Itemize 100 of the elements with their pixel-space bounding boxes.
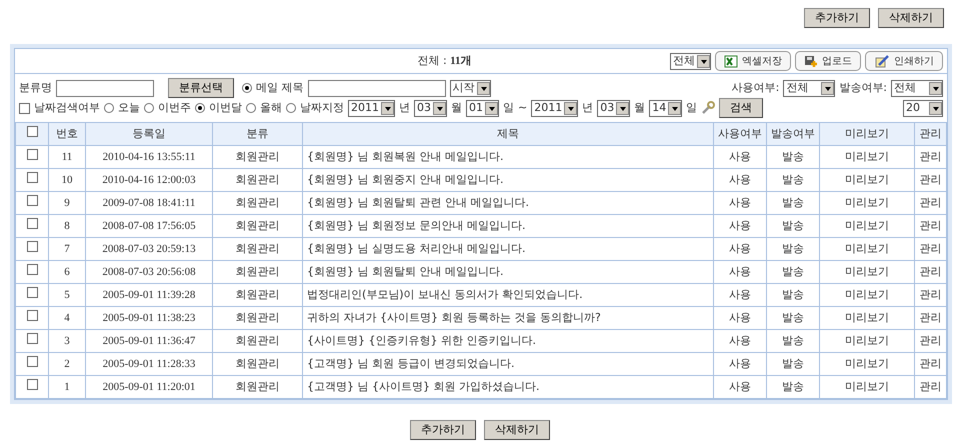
use-dropdown[interactable]: 전체 bbox=[783, 80, 836, 96]
date-cell: 2010-04-16 13:55:11 bbox=[86, 146, 212, 168]
search-button[interactable]: 검색 bbox=[719, 98, 764, 118]
row-checkbox[interactable] bbox=[26, 194, 38, 206]
manage-link[interactable]: 관리 bbox=[914, 306, 946, 330]
send-dropdown[interactable]: 전체 bbox=[891, 80, 943, 96]
date-cell: 2005-09-01 11:39:28 bbox=[86, 284, 212, 306]
manage-link[interactable]: 관리 bbox=[914, 376, 946, 398]
date-cell: 2010-04-16 12:00:03 bbox=[86, 168, 212, 192]
row-checkbox[interactable] bbox=[26, 148, 38, 160]
category-cell: 회원관리 bbox=[212, 192, 302, 214]
manage-link[interactable]: 관리 bbox=[914, 146, 946, 168]
date-cell: 2005-09-01 11:38:23 bbox=[86, 306, 212, 330]
row-number: 11 bbox=[48, 146, 86, 168]
mail-title: {사이트명} {인증키유형} 위한 인증키입니다. bbox=[302, 330, 714, 352]
year-dropdown[interactable]: 2011 bbox=[348, 100, 395, 116]
mail-title: {회원명} 님 회원탈퇴 관련 안내 메일입니다. bbox=[302, 192, 714, 214]
row-checkbox[interactable] bbox=[26, 218, 38, 229]
radio-button[interactable] bbox=[104, 103, 114, 113]
add-button[interactable]: 추가하기 bbox=[804, 8, 870, 28]
preview-link[interactable]: 미리보기 bbox=[820, 306, 914, 330]
category-cell: 회원관리 bbox=[212, 260, 302, 284]
manage-link[interactable]: 관리 bbox=[914, 238, 946, 260]
radio-button[interactable] bbox=[195, 103, 205, 113]
row-checkbox[interactable] bbox=[26, 356, 38, 367]
day-dropdown[interactable]: 14 bbox=[649, 100, 682, 116]
usage-cell: 사용 bbox=[714, 306, 766, 330]
preview-link[interactable]: 미리보기 bbox=[820, 352, 914, 376]
manage-link[interactable]: 관리 bbox=[914, 330, 946, 352]
manage-link[interactable]: 관리 bbox=[914, 352, 946, 376]
manage-link[interactable]: 관리 bbox=[914, 214, 946, 238]
category-field[interactable] bbox=[56, 80, 154, 96]
month-dropdown[interactable]: 03 bbox=[414, 100, 447, 116]
category-cell: 회원관리 bbox=[212, 238, 302, 260]
row-number: 7 bbox=[48, 238, 86, 260]
usage-cell: 사용 bbox=[714, 214, 766, 238]
preview-link[interactable]: 미리보기 bbox=[820, 260, 914, 284]
unit-label: 월 bbox=[634, 100, 646, 116]
title-field[interactable] bbox=[308, 80, 446, 96]
radio-label: 이번달 bbox=[209, 100, 242, 116]
send-cell: 발송 bbox=[766, 330, 820, 352]
select-all-checkbox[interactable] bbox=[26, 126, 38, 137]
month-dropdown[interactable]: 03 bbox=[597, 100, 630, 116]
row-checkbox[interactable] bbox=[26, 264, 38, 275]
add-button[interactable]: 추가하기 bbox=[410, 420, 476, 440]
manage-link[interactable]: 관리 bbox=[914, 192, 946, 214]
preview-link[interactable]: 미리보기 bbox=[820, 214, 914, 238]
category-select-button[interactable]: 분류선택 bbox=[168, 78, 234, 98]
mail-title: {회원명} 님 회원탈퇴 안내 메일입니다. bbox=[302, 260, 714, 284]
day-dropdown[interactable]: 01 bbox=[466, 100, 499, 116]
checkbox[interactable] bbox=[19, 102, 30, 114]
send-cell: 발송 bbox=[766, 238, 820, 260]
send-cell: 발송 bbox=[766, 192, 820, 214]
send-cell: 발송 bbox=[766, 376, 820, 398]
row-checkbox[interactable] bbox=[26, 286, 38, 298]
row-number: 1 bbox=[48, 376, 86, 398]
preview-link[interactable]: 미리보기 bbox=[820, 168, 914, 192]
print-button[interactable]: 인쇄하기 bbox=[865, 51, 944, 71]
date-cell: 2009-07-08 18:41:11 bbox=[86, 192, 212, 214]
row-checkbox[interactable] bbox=[26, 332, 38, 344]
row-checkbox[interactable] bbox=[26, 378, 38, 390]
category-cell: 회원관리 bbox=[212, 214, 302, 238]
send-cell: 발송 bbox=[766, 260, 820, 284]
row-checkbox[interactable] bbox=[26, 310, 38, 321]
column-header: 분류 bbox=[212, 122, 302, 146]
send-cell: 발송 bbox=[766, 284, 820, 306]
manage-link[interactable]: 관리 bbox=[914, 168, 946, 192]
row-checkbox[interactable] bbox=[26, 172, 38, 183]
delete-button[interactable]: 삭제하기 bbox=[484, 420, 550, 440]
wrench-icon[interactable] bbox=[701, 101, 716, 115]
unit-label: 일 bbox=[686, 100, 698, 116]
radio-button[interactable] bbox=[286, 103, 296, 113]
delete-button[interactable]: 삭제하기 bbox=[878, 8, 944, 28]
manage-link[interactable]: 관리 bbox=[914, 284, 946, 306]
manage-link[interactable]: 관리 bbox=[914, 260, 946, 284]
preview-link[interactable]: 미리보기 bbox=[820, 238, 914, 260]
preview-link[interactable]: 미리보기 bbox=[820, 284, 914, 306]
unit-label: 월 bbox=[451, 100, 462, 116]
mail-title: {회원명} 님 실명도용 처리안내 메일입니다. bbox=[302, 238, 714, 260]
preview-link[interactable]: 미리보기 bbox=[820, 146, 914, 168]
preview-link[interactable]: 미리보기 bbox=[820, 376, 914, 398]
radio-button[interactable] bbox=[144, 103, 154, 113]
send-cell: 발송 bbox=[766, 352, 820, 376]
page-size-dropdown[interactable]: 20 bbox=[903, 100, 943, 116]
excel-button[interactable]: 엑셀저장 bbox=[715, 51, 792, 71]
field-label: 분류명 bbox=[19, 80, 52, 96]
radio-button[interactable] bbox=[246, 103, 256, 113]
upload-button[interactable]: 업로드 bbox=[795, 51, 862, 71]
match-dropdown[interactable]: 시작 bbox=[450, 80, 490, 96]
usage-cell: 사용 bbox=[714, 376, 766, 398]
field-label: 사용여부: bbox=[732, 80, 780, 96]
filter-dropdown[interactable]: 전체 bbox=[670, 52, 712, 70]
preview-link[interactable]: 미리보기 bbox=[820, 192, 914, 214]
mail-title: 법정대리인(부모님)이 보내신 동의서가 확인되었습니다. bbox=[302, 284, 714, 306]
date-cell: 2005-09-01 11:36:47 bbox=[86, 330, 212, 352]
radio-button[interactable] bbox=[242, 83, 252, 93]
year-dropdown[interactable]: 2011 bbox=[531, 100, 578, 116]
row-checkbox[interactable] bbox=[26, 240, 38, 252]
category-cell: 회원관리 bbox=[212, 168, 302, 192]
preview-link[interactable]: 미리보기 bbox=[820, 330, 914, 352]
